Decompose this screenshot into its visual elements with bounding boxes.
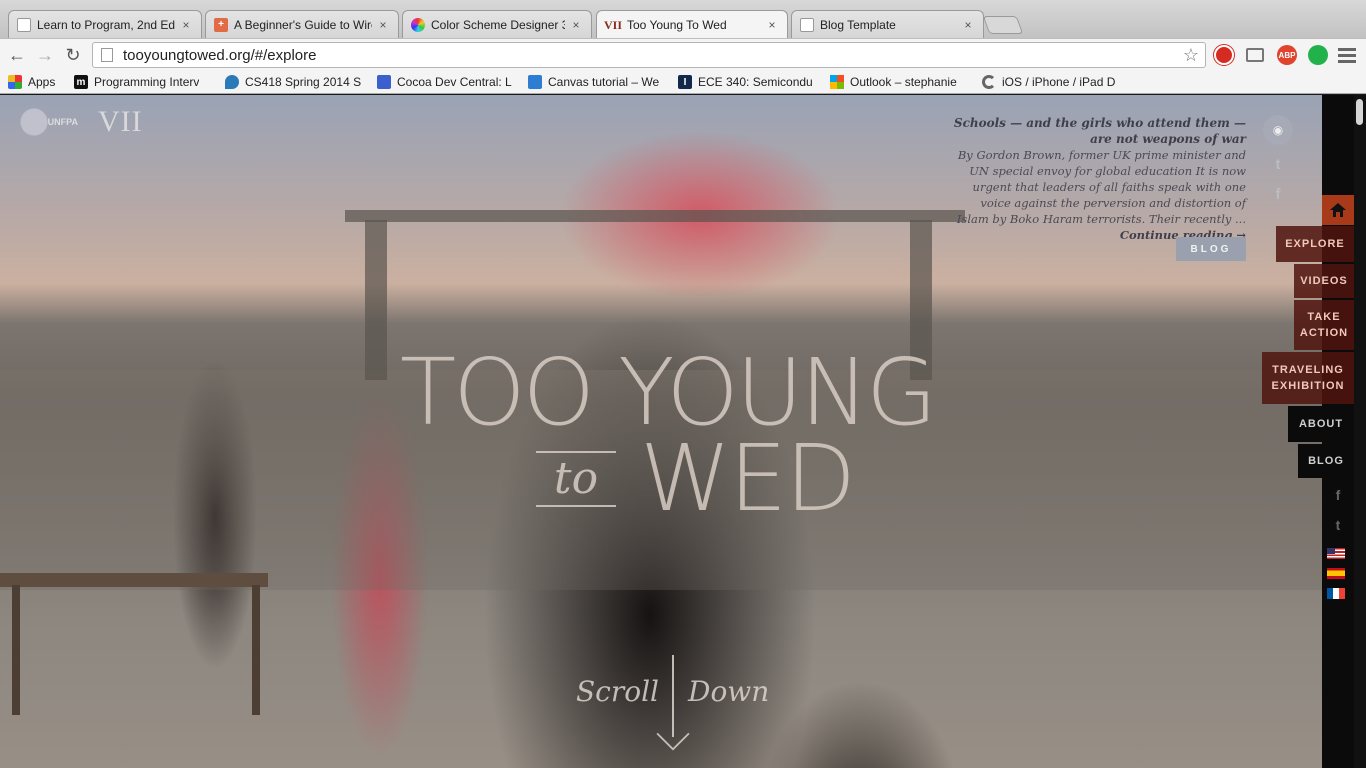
hero-headline: TOO YOUNG to WED [400,347,960,525]
bench-leg [252,585,260,715]
m-icon: m [74,75,88,89]
address-bar[interactable]: tooyoungtowed.org/#/explore ☆ [92,42,1206,68]
document-icon [800,17,814,32]
close-tab-icon[interactable]: × [376,18,390,32]
bookmark-outlook[interactable]: Outlook – stephanie [830,70,966,94]
web-page: UNFPA VII Schools — and the girls who at… [0,95,1366,768]
headline-to: to [536,451,616,507]
page-icon [101,48,113,62]
scroll-down-indicator[interactable]: Scroll Down [576,655,776,751]
close-tab-icon[interactable]: × [179,18,193,32]
url-text[interactable]: tooyoungtowed.org/#/explore [123,47,1183,64]
canvas-icon [528,75,542,89]
nav-traveling-exhibition[interactable]: TRAVELING EXHIBITION [1262,352,1354,404]
illinois-icon: I [678,75,692,89]
tab-beginners-guide[interactable]: + A Beginner's Guide to Wire × [205,10,399,38]
down-label: Down [688,675,770,708]
bookmark-cocoa-dev-central[interactable]: Cocoa Dev Central: L [377,70,517,94]
bookmark-apps[interactable]: Apps [8,70,68,94]
us-flag-icon[interactable] [1327,548,1345,559]
drupal-icon [225,75,239,89]
bookmarks-bar: Apps m Programming Interv CS418 Spring 2… [0,70,1366,94]
close-tab-icon[interactable]: × [961,18,975,32]
page-scrollbar[interactable] [1354,95,1366,768]
tab-strip: Learn to Program, 2nd Edit × + A Beginne… [0,0,1366,39]
browser-toolbar: ← → ↻ tooyoungtowed.org/#/explore ☆ ABP [0,38,1366,70]
close-tab-icon[interactable]: × [765,18,779,32]
facebook-icon[interactable]: f [1276,183,1281,205]
home-icon[interactable] [1322,195,1354,225]
spain-flag-icon[interactable] [1327,568,1345,579]
nav-about[interactable]: ABOUT [1288,406,1354,442]
bookmark-cs418[interactable]: CS418 Spring 2014 S [225,70,365,94]
nav-blog[interactable]: BLOG [1298,444,1354,478]
reload-icon[interactable]: ↻ [62,44,84,66]
tab-learn-to-program[interactable]: Learn to Program, 2nd Edit × [8,10,202,38]
headline-wed: WED [640,425,856,532]
site-logo[interactable]: UNFPA VII [18,105,143,139]
rss-icon[interactable]: ◉ [1263,115,1293,145]
back-arrow-icon[interactable]: ← [6,44,28,66]
color-wheel-icon [411,17,425,32]
tab-blog-template[interactable]: Blog Template × [791,10,984,38]
forward-arrow-icon[interactable]: → [34,44,56,66]
scroll-label: Scroll [576,675,660,708]
facebook-icon[interactable]: f [1322,487,1354,503]
bookmark-ece340[interactable]: I ECE 340: Semicondu [678,70,816,94]
vii-icon: VII [604,17,623,32]
bookmark-programming-interview[interactable]: m Programming Interv [74,70,210,94]
nav-explore[interactable]: EXPLORE [1276,226,1354,262]
structure-beam [345,210,965,222]
windows-icon [830,75,844,89]
teaser-title[interactable]: Schools — and the girls who attend them … [948,115,1246,147]
close-tab-icon[interactable]: × [569,18,583,32]
bookmark-star-icon[interactable]: ☆ [1183,45,1199,66]
document-icon [17,17,31,32]
blog-button[interactable]: BLOG [1176,237,1246,261]
france-flag-icon[interactable] [1327,588,1345,599]
twitter-icon[interactable]: t [1322,517,1354,533]
cube-icon [377,75,391,89]
apps-grid-icon [8,75,22,89]
bench [0,573,268,587]
green-balloon-icon[interactable] [1308,45,1328,65]
social-links-top: ◉ t f [1262,115,1294,205]
nav-videos[interactable]: VIDEOS [1294,264,1354,298]
c-icon [982,75,996,89]
nav-take-action[interactable]: TAKE ACTION [1294,300,1354,350]
new-tab-button[interactable] [982,16,1024,34]
blog-teaser: Schools — and the girls who attend them … [948,115,1246,243]
menu-icon[interactable] [1338,45,1356,65]
tab-color-scheme[interactable]: Color Scheme Designer 3 × [402,10,592,38]
scrollbar-thumb[interactable] [1356,99,1363,125]
bench-leg [12,585,20,715]
bookmark-ios-iphone-ipad[interactable]: iOS / iPhone / iPad D [982,70,1122,94]
plus-badge-icon: + [214,17,228,32]
unfpa-logo[interactable]: UNFPA [18,106,84,138]
structure-column [365,220,387,380]
twitter-icon[interactable]: t [1276,153,1281,175]
cast-icon[interactable] [1246,48,1264,62]
abp-icon[interactable]: ABP [1277,45,1297,65]
teaser-body: By Gordon Brown, former UK prime ministe… [956,148,1246,226]
vii-logo[interactable]: VII [98,105,143,139]
bookmark-canvas-tutorial[interactable]: Canvas tutorial – We [528,70,664,94]
tab-too-young-to-wed[interactable]: VII Too Young To Wed × [596,10,788,39]
adblock-stop-icon[interactable] [1214,45,1234,65]
